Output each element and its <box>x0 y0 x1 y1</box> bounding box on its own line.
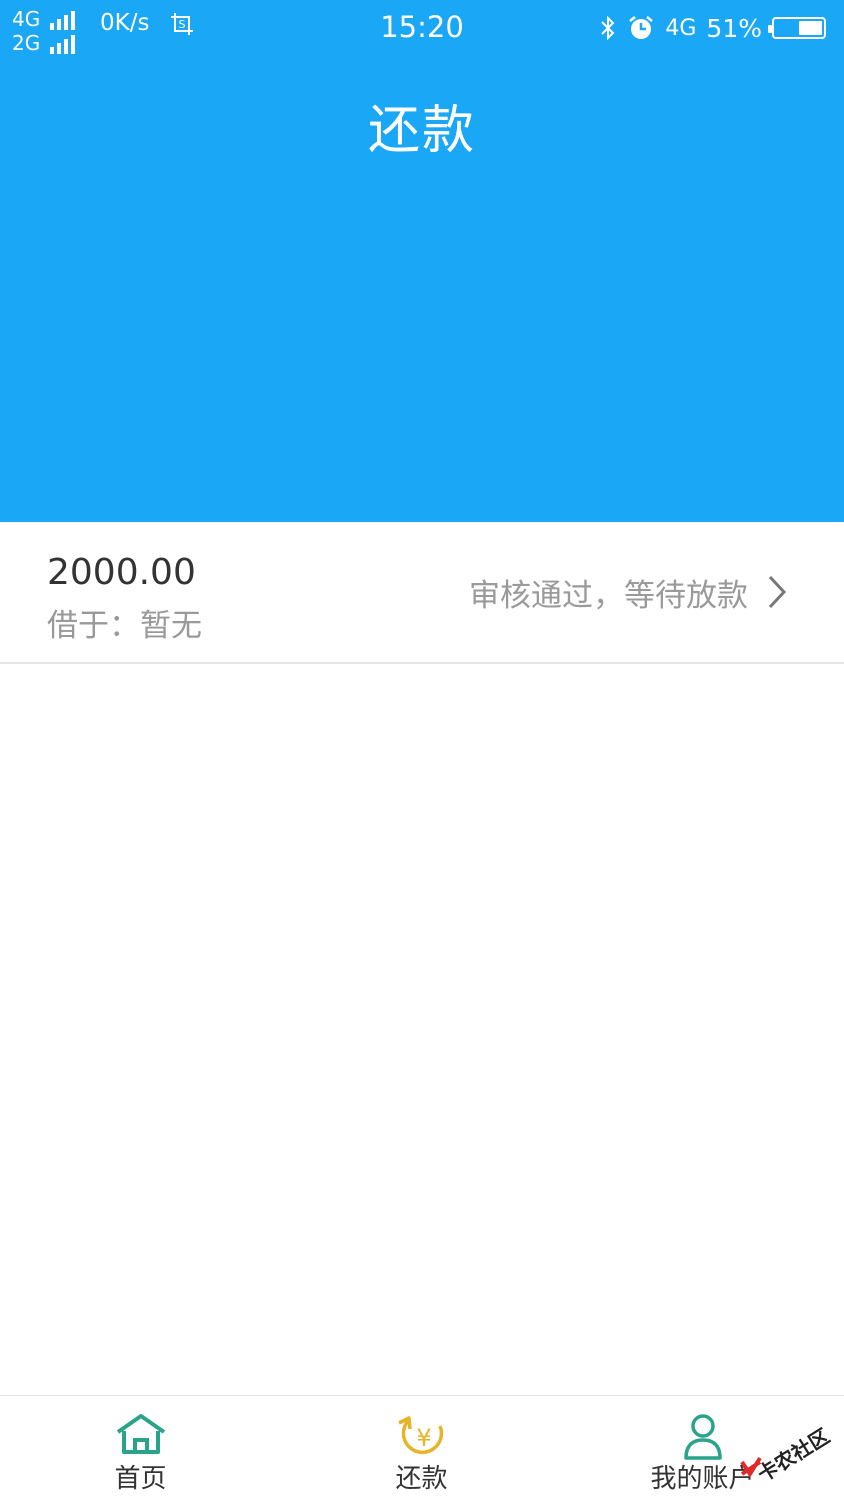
user-icon <box>683 1414 722 1460</box>
svg-text:卡农社区: 卡农社区 <box>753 1424 834 1482</box>
bluetooth-icon <box>601 15 615 41</box>
network-type-3: 4G <box>665 15 697 41</box>
repay-yen-icon: ¥ <box>397 1416 443 1455</box>
tab-repay[interactable]: ¥ 还款 <box>281 1396 562 1501</box>
loan-amount: 2000.00 <box>47 552 196 593</box>
alarm-icon <box>629 16 654 39</box>
chevron-right-icon <box>768 575 787 609</box>
tab-label: 首页 <box>114 1464 167 1494</box>
watermark-logo: 卡农社区 <box>740 1424 834 1482</box>
status-icons: 4G 51% <box>599 8 826 48</box>
header: 4G 2G 0K/s S 15:20 4G 51% 还款 <box>0 0 844 522</box>
home-icon <box>116 1414 165 1454</box>
battery-percent: 51% <box>706 13 762 43</box>
battery-fill <box>799 21 822 35</box>
borrowed-from: 借于：暂无 <box>47 608 202 644</box>
loan-list-item[interactable]: 2000.00 借于：暂无 审核通过，等待放款 <box>0 522 844 664</box>
tab-label: 还款 <box>395 1464 448 1494</box>
svg-text:¥: ¥ <box>416 1424 431 1452</box>
loan-status: 审核通过，等待放款 <box>469 578 748 614</box>
tab-home[interactable]: 首页 <box>0 1396 281 1501</box>
status-bar: 4G 2G 0K/s S 15:20 4G 51% <box>0 0 844 58</box>
battery-icon <box>768 17 826 39</box>
bottom-tab-bar: 首页 ¥ 还款 我的账户 <box>0 1395 844 1501</box>
page-title: 还款 <box>367 101 476 161</box>
